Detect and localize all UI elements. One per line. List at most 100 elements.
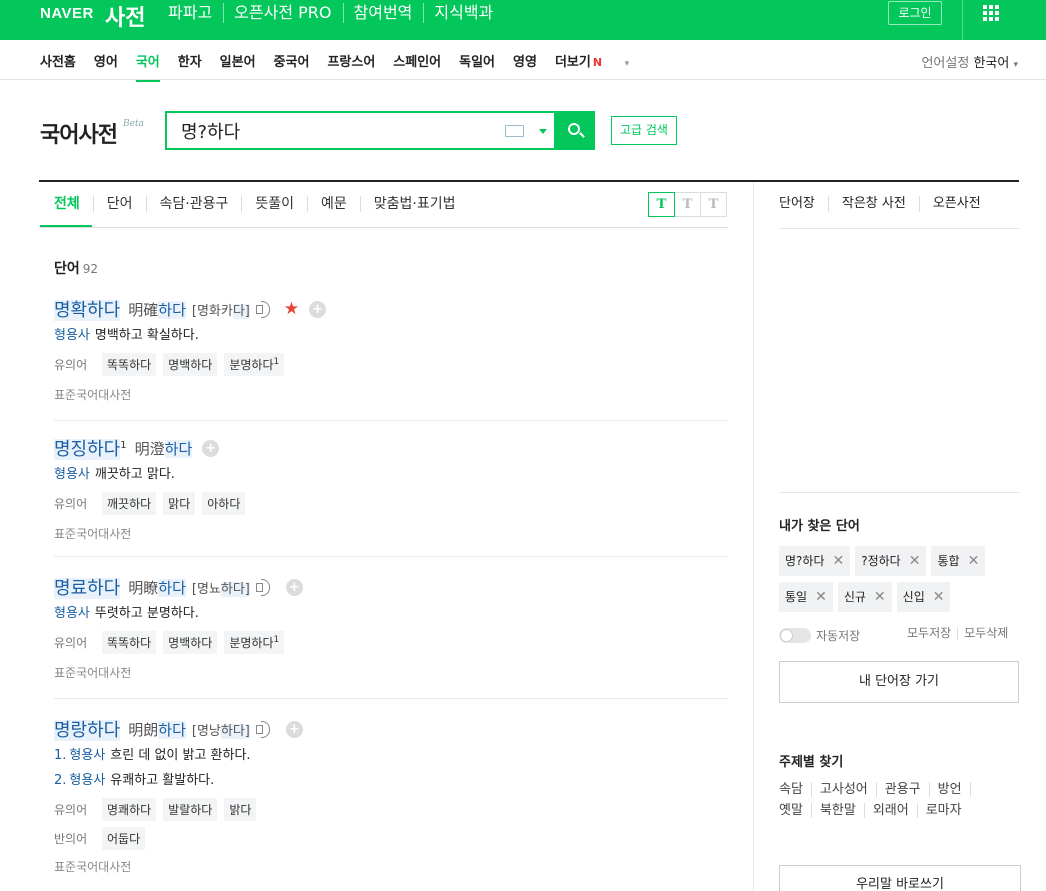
lang-japanese[interactable]: 일본어 xyxy=(220,51,256,70)
language-setting[interactable]: 언어설정 한국어 ▾ xyxy=(921,52,1018,71)
entry-word[interactable]: 명징하다1 xyxy=(54,435,127,461)
lang-spanish[interactable]: 스페인어 xyxy=(393,51,441,70)
recent-word-chip[interactable]: ?정하다 ✕ xyxy=(855,546,927,576)
add-wordbook-icon[interactable]: + xyxy=(309,300,327,318)
recent-word-chip[interactable]: 명?하다 ✕ xyxy=(779,546,851,576)
tab-wordbook[interactable]: 단어장 xyxy=(779,196,829,212)
source[interactable]: 표준국어대사전 xyxy=(54,664,728,681)
grid-icon[interactable] xyxy=(983,5,999,21)
lang-english-english[interactable]: 영영 xyxy=(513,51,537,70)
topic-link[interactable]: 옛말 xyxy=(779,803,812,818)
nav-papago[interactable]: 파파고 xyxy=(168,3,225,23)
text-size-small[interactable]: T xyxy=(648,192,675,217)
topic-link[interactable]: 방언 xyxy=(937,782,971,797)
tab-open-dictionary[interactable]: 오픈사전 xyxy=(933,196,994,212)
chevron-down-icon[interactable] xyxy=(539,129,547,134)
advanced-search-button[interactable]: 고급 검색 xyxy=(611,116,677,145)
meaning-text: 흐린 데 없이 밝고 환하다. xyxy=(110,748,251,763)
nav-translation[interactable]: 참여번역 xyxy=(354,3,425,23)
lang-german[interactable]: 독일어 xyxy=(459,51,495,70)
synonym-chip[interactable]: 명백하다 xyxy=(163,353,218,376)
divider xyxy=(779,492,1019,493)
correct-korean-button[interactable]: 우리말 바로쓰기 xyxy=(779,865,1021,891)
entry-word[interactable]: 명랑하다 xyxy=(54,716,121,742)
recent-word-chip[interactable]: 통일 ✕ xyxy=(779,582,833,612)
add-wordbook-icon[interactable]: + xyxy=(285,578,303,596)
close-icon[interactable]: ✕ xyxy=(909,546,921,576)
tab-example[interactable]: 예문 xyxy=(321,196,361,212)
lang-korean[interactable]: 국어 xyxy=(135,51,160,82)
topic-link[interactable]: 속담 xyxy=(779,782,812,797)
recent-word: 명?하다 xyxy=(785,554,825,568)
add-wordbook-icon[interactable]: + xyxy=(202,439,220,457)
lang-french[interactable]: 프랑스어 xyxy=(327,51,375,70)
recent-word-chip[interactable]: 신규 ✕ xyxy=(837,582,892,612)
close-icon[interactable]: ✕ xyxy=(968,546,980,576)
my-wordbook-button[interactable]: 내 단어장 가기 xyxy=(779,661,1019,703)
synonym-chip[interactable]: 깨끗하다 xyxy=(102,492,157,515)
synonym-text: 분명하다 xyxy=(229,358,274,372)
topic-link[interactable]: 고사성어 xyxy=(819,782,877,797)
tab-idiom[interactable]: 속담·관용구 xyxy=(160,196,243,212)
nav-open-dict-pro[interactable]: 오픈사전 PRO xyxy=(234,3,344,23)
section-title: 단어 92 xyxy=(54,258,98,278)
close-icon[interactable]: ✕ xyxy=(874,582,886,612)
source[interactable]: 표준국어대사전 xyxy=(54,386,728,403)
lang-chinese[interactable]: 중국어 xyxy=(274,51,310,70)
entry-word[interactable]: 명확하다 xyxy=(54,296,121,322)
entry-word[interactable]: 명료하다 xyxy=(54,574,121,600)
synonym-chip[interactable]: 아하다 xyxy=(202,492,246,515)
close-icon[interactable]: ✕ xyxy=(933,582,945,612)
speaker-icon[interactable] xyxy=(254,578,276,596)
synonym-chip[interactable]: 발랄하다 xyxy=(163,798,218,821)
nav-encyclopedia[interactable]: 지식백과 xyxy=(434,3,504,23)
speaker-icon[interactable] xyxy=(254,720,276,738)
tab-meaning[interactable]: 뜻풀이 xyxy=(255,196,309,212)
keyboard-icon[interactable] xyxy=(505,125,524,137)
antonym-chip[interactable]: 어둡다 xyxy=(102,827,146,850)
save-all-link[interactable]: 모두저장 xyxy=(907,627,959,640)
topic-link[interactable]: 로마자 xyxy=(926,803,970,818)
topic-link[interactable]: 외래어 xyxy=(872,803,918,818)
synonym-chip[interactable]: 밝다 xyxy=(224,798,257,821)
lang-hanja[interactable]: 한자 xyxy=(178,51,202,70)
close-icon[interactable]: ✕ xyxy=(815,582,827,612)
source[interactable]: 표준국어대사전 xyxy=(54,858,728,875)
topic-link[interactable]: 북한말 xyxy=(819,803,865,818)
add-wordbook-icon[interactable]: + xyxy=(285,720,303,738)
lang-more[interactable]: 더보기 N ▾ xyxy=(555,51,647,70)
close-icon[interactable]: ✕ xyxy=(833,546,845,576)
synonyms: 유의어 깨끗하다 맑다 아하다 xyxy=(54,492,728,515)
synonym-chip[interactable]: 명백하다 xyxy=(163,631,218,654)
speaker-icon[interactable] xyxy=(254,300,276,318)
source[interactable]: 표준국어대사전 xyxy=(54,525,728,542)
search-input[interactable] xyxy=(181,117,481,144)
search-button[interactable] xyxy=(555,111,595,150)
list-item: 명징하다1 明澄하다 + 형용사 깨끗하고 맑다. 유의어 깨끗하다 맑다 아하다… xyxy=(54,436,728,542)
autosave-toggle[interactable] xyxy=(779,628,811,643)
synonym-chip[interactable]: 분명하다1 xyxy=(224,353,285,376)
recent-word-chip[interactable]: 통합 ✕ xyxy=(931,546,986,576)
naver-logo[interactable]: NAVER xyxy=(40,5,94,22)
login-button[interactable]: 로그인 xyxy=(888,1,942,25)
divider xyxy=(779,228,1019,229)
synonym-chip[interactable]: 명쾌하다 xyxy=(102,798,157,821)
text-size-large[interactable]: T xyxy=(700,192,727,217)
synonym-chip[interactable]: 똑똑하다 xyxy=(102,631,157,654)
synonym-chip[interactable]: 맑다 xyxy=(163,492,196,515)
topic-link[interactable]: 관용구 xyxy=(884,782,930,797)
synonym-chip[interactable]: 분명하다1 xyxy=(224,631,285,654)
star-icon[interactable]: ★ xyxy=(284,299,299,319)
lang-english[interactable]: 영어 xyxy=(94,51,118,70)
delete-all-link[interactable]: 모두삭제 xyxy=(964,627,1014,640)
tab-word[interactable]: 단어 xyxy=(107,196,147,212)
text-size-medium[interactable]: T xyxy=(674,192,701,217)
tab-mini-dictionary[interactable]: 작은창 사전 xyxy=(842,196,920,212)
tab-spelling[interactable]: 맞춤법·표기법 xyxy=(374,196,469,212)
tab-all[interactable]: 전체 xyxy=(40,196,94,227)
lang-home[interactable]: 사전홈 xyxy=(40,51,76,70)
synonym-chip[interactable]: 똑똑하다 xyxy=(102,353,157,376)
dictionary-home-link[interactable]: 사전 xyxy=(105,0,145,32)
dictionary-title[interactable]: 국어사전 xyxy=(40,117,118,149)
recent-word-chip[interactable]: 신입 ✕ xyxy=(896,582,951,612)
